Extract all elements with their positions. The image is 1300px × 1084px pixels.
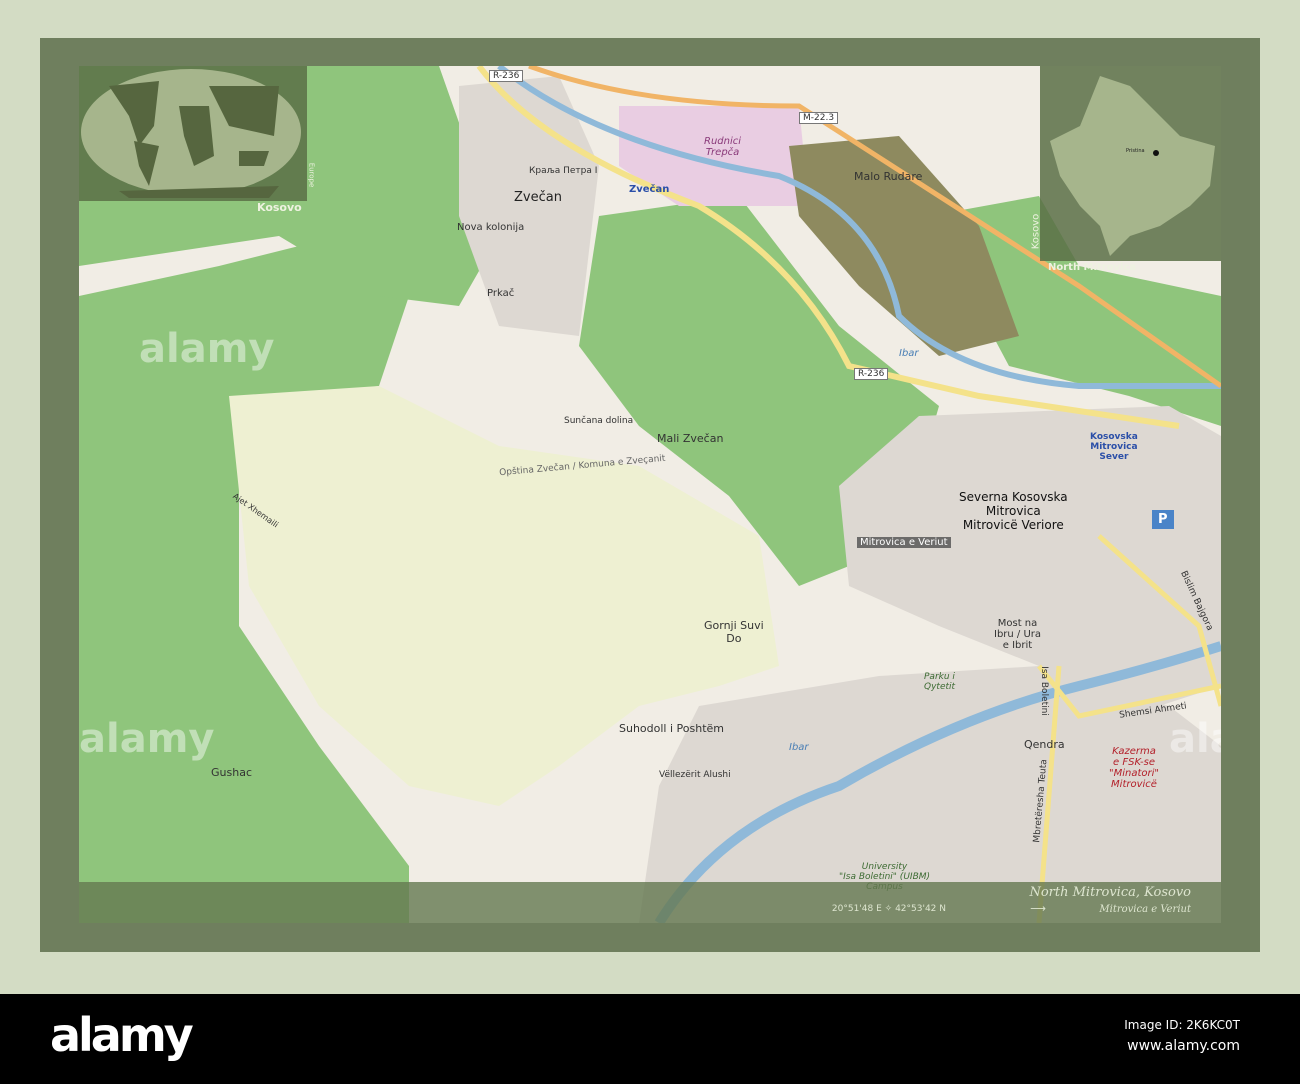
street-kralja-petra: Краља Петра I xyxy=(529,166,598,176)
street-vellezerit-alushi: Vëllezërit Alushi xyxy=(659,770,731,780)
watermark-footer: alamy Image ID: 2K6KC0T www.alamy.com xyxy=(0,994,1300,1084)
world-inset: Kosovo Europe xyxy=(79,66,315,214)
place-gushac: Gushac xyxy=(211,766,252,779)
place-gornji-suvi-do: Gornji Suvi Do xyxy=(704,619,764,645)
road-label-m22: M-22.3 xyxy=(799,112,839,124)
country-inset: Pristina Kosovo North Mitrovica xyxy=(1030,66,1221,273)
place-suhodoll-i-poshtem: Suhodoll i Poshtëm xyxy=(619,722,724,735)
place-zvecan: Zvečan xyxy=(514,190,562,205)
inset-label-europe: Europe xyxy=(307,162,316,188)
watermark: alamy xyxy=(1169,716,1221,762)
arrow-icon: ⟶ xyxy=(1030,902,1046,915)
station-kosovska-mitrovica-sever: Kosovska Mitrovica Sever xyxy=(1090,432,1138,462)
parking-icon: P xyxy=(1152,510,1174,529)
street-isa-boletini: Isa Boletini xyxy=(1038,666,1049,716)
place-rudnici-trepca: Rudnici Trepča xyxy=(704,136,742,158)
place-mali-zvecan: Mali Zvečan xyxy=(657,432,724,445)
place-mitrovica-e-veriut[interactable]: Mitrovica e Veriut xyxy=(857,537,951,548)
river-label-ibar: Ibar xyxy=(899,348,919,359)
kosovo-map xyxy=(1050,76,1215,256)
caption-coordinates: 20°51'48 E ✧ 42°53'42 N xyxy=(831,904,946,914)
map-caption: North Mitrovica, Kosovo 20°51'48 E ✧ 42°… xyxy=(79,882,1221,923)
place-malo-rudare: Malo Rudare xyxy=(854,170,923,183)
watermark: alamy xyxy=(79,716,215,762)
road-label-r236: R-236 xyxy=(489,70,524,82)
station-zvecan: Zvečan xyxy=(629,184,670,195)
watermark: alamy xyxy=(139,326,275,372)
place-most-na-ibru: Most na Ibru / Ura e Ibrit xyxy=(994,618,1042,651)
place-nova-kolonija: Nova kolonija xyxy=(457,222,525,233)
place-severna-kosovska-mitrovica: Severna Kosovska Mitrovica Mitrovicë Ver… xyxy=(959,490,1068,532)
inset-label-north-mitrovica: North Mitrovica xyxy=(1048,262,1137,273)
site-url[interactable]: www.alamy.com xyxy=(1127,1038,1240,1054)
road-label-r236: R-236 xyxy=(854,368,889,380)
image-id: Image ID: 2K6KC0T xyxy=(1124,1018,1240,1032)
place-prkac: Prkač xyxy=(487,288,515,299)
river-label-ibar: Ibar xyxy=(789,742,809,753)
inset-label-kosovo: Kosovo xyxy=(1030,213,1042,250)
alamy-logo: alamy xyxy=(50,1008,194,1062)
place-suncana-dolina: Sunčana dolina xyxy=(564,416,634,426)
capital-label: Pristina xyxy=(1126,148,1145,154)
caption-local-name: Mitrovica e Veriut xyxy=(1099,904,1191,915)
caption-title: North Mitrovica, Kosovo xyxy=(1029,885,1191,900)
inset-label-kosovo: Kosovo xyxy=(257,201,302,214)
place-parku-i-qytetit: Parku i Qytetit xyxy=(924,672,956,692)
place-qendra: Qendra xyxy=(1024,738,1065,751)
world-map xyxy=(81,69,301,198)
place-kazerma: Kazerma e FSK-se "Minatori" Mitrovicë xyxy=(1109,746,1159,790)
